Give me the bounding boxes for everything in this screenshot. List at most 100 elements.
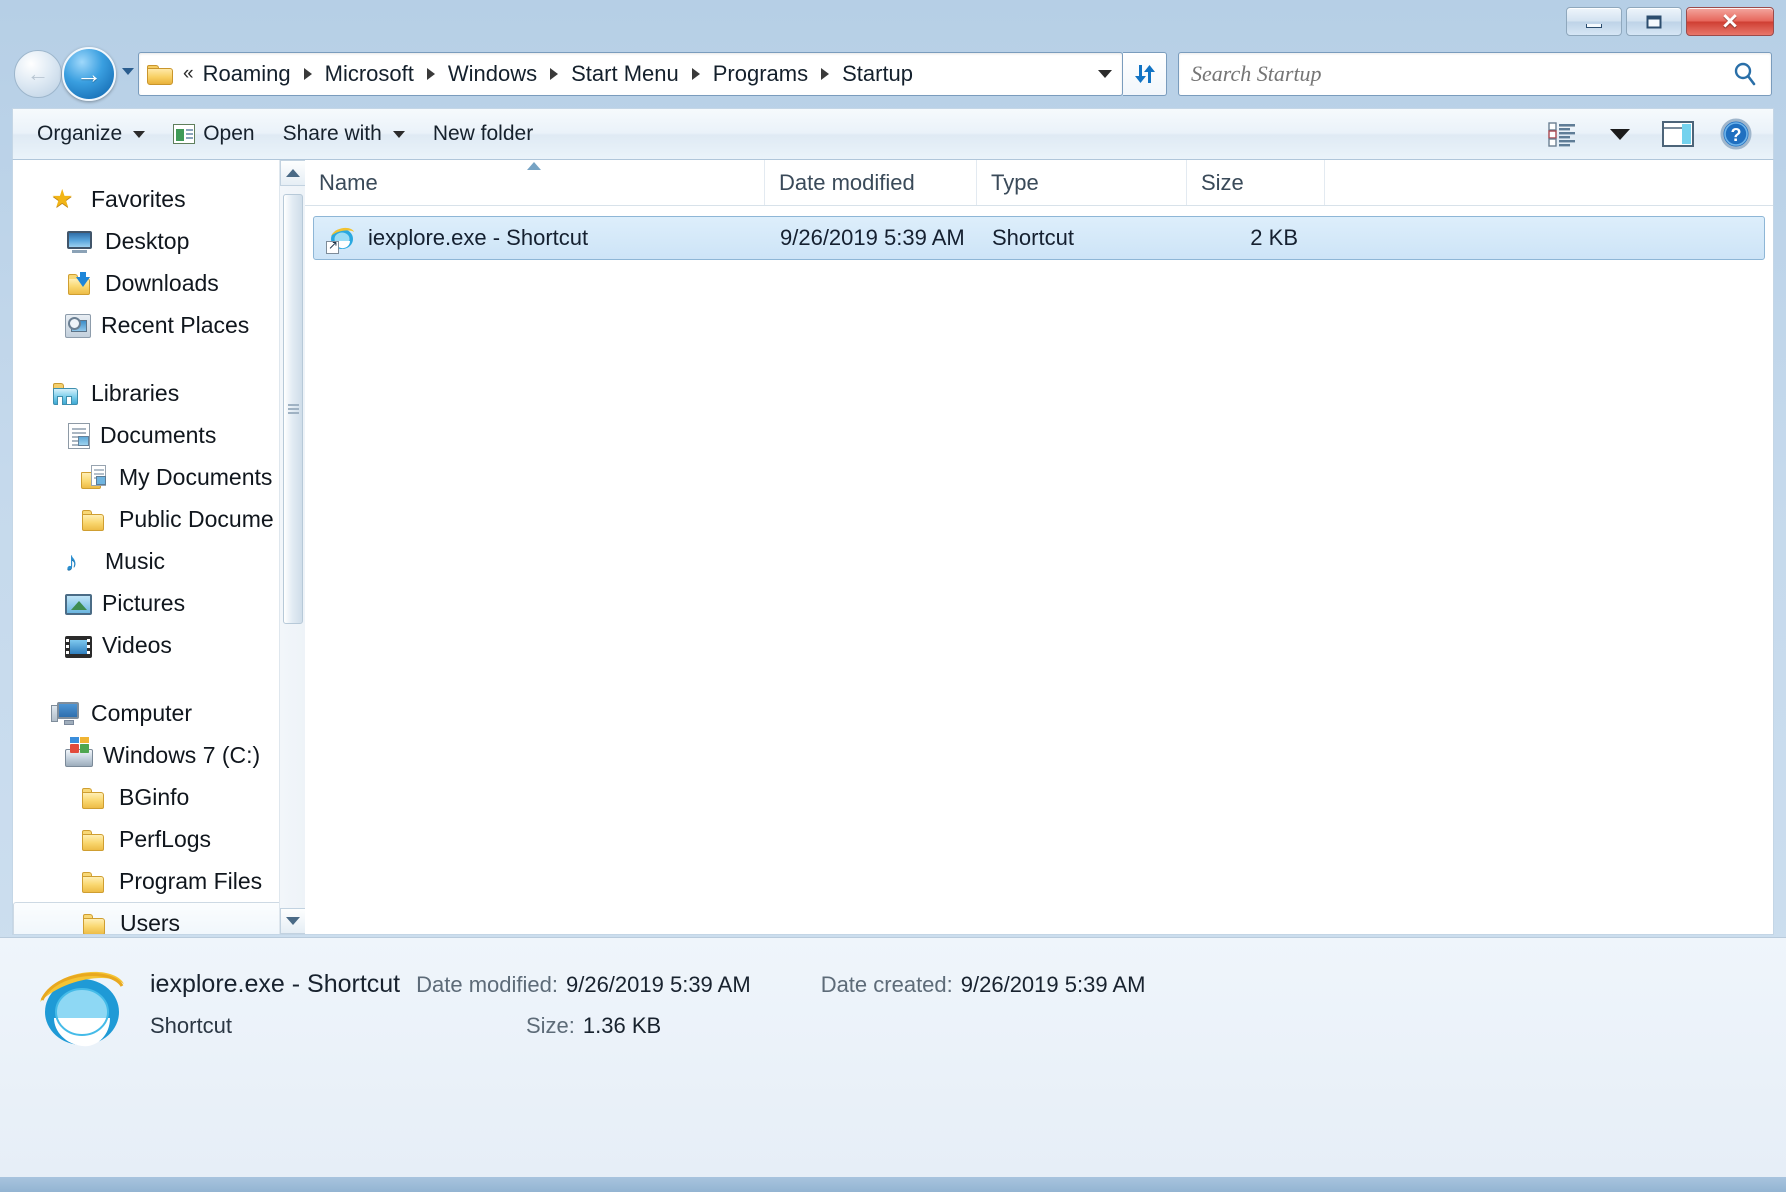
details-date-modified-label: Date modified: — [416, 972, 558, 998]
breadcrumb-separator-icon[interactable] — [550, 68, 558, 80]
shortcut-overlay-icon — [326, 241, 339, 254]
sidebar-item-label: Program Files — [119, 868, 262, 895]
breadcrumb-separator-icon[interactable] — [692, 68, 700, 80]
sidebar-item-users[interactable]: Users — [13, 902, 303, 934]
open-icon — [173, 124, 195, 144]
sidebar-item-windows-7-c[interactable]: Windows 7 (C:) — [13, 734, 305, 776]
downloads-icon — [65, 269, 95, 297]
view-dropdown-button[interactable] — [1593, 113, 1647, 155]
star-icon: ★ — [51, 185, 81, 213]
open-button[interactable]: Open — [159, 114, 268, 154]
details-text-block: iexplore.exe - Shortcut Date modified: 9… — [150, 960, 1786, 1039]
address-bar[interactable]: « Roaming Microsoft Windows Start Menu P… — [138, 52, 1123, 96]
sidebar-item-perflogs[interactable]: PerfLogs — [13, 818, 305, 860]
scroll-up-button[interactable] — [280, 160, 305, 186]
column-header-size-label: Size — [1201, 170, 1244, 196]
navigation-pane: ★Favorites Desktop DownloadsRecent Places L… — [13, 160, 305, 934]
column-header-name[interactable]: Name — [305, 160, 765, 205]
sidebar-item-label: Windows 7 (C:) — [103, 742, 260, 769]
sidebar-item-label: Desktop — [105, 228, 189, 255]
column-header-type[interactable]: Type — [977, 160, 1187, 205]
column-header-size[interactable]: Size — [1187, 160, 1325, 205]
sidebar-item-label: BGinfo — [119, 784, 189, 811]
column-header-date-modified-label: Date modified — [779, 170, 915, 196]
library-icon — [51, 379, 81, 407]
breadcrumb-overflow[interactable]: « — [183, 63, 193, 85]
breadcrumb-separator-icon[interactable] — [304, 68, 312, 80]
maximize-button[interactable] — [1626, 7, 1682, 36]
breadcrumb-item-windows[interactable]: Windows — [442, 58, 543, 90]
column-header-name-label: Name — [319, 170, 378, 196]
sidebar-item-public-docume[interactable]: Public Docume — [13, 498, 305, 540]
preview-pane-button[interactable] — [1651, 113, 1705, 155]
scrollbar-thumb[interactable] — [283, 194, 303, 624]
breadcrumb-item-programs[interactable]: Programs — [707, 58, 814, 90]
table-row[interactable]: iexplore.exe - Shortcut 9/26/2019 5:39 A… — [313, 216, 1765, 260]
sidebar-item-bginfo[interactable]: BGinfo — [13, 776, 305, 818]
share-with-button[interactable]: Share with — [269, 114, 419, 154]
organize-button[interactable]: Organize — [23, 114, 159, 154]
sidebar-item-libraries[interactable]: Libraries — [13, 372, 305, 414]
my-documents-icon — [79, 463, 109, 491]
close-button[interactable]: ✕ — [1686, 7, 1774, 36]
back-button[interactable]: ← — [14, 50, 62, 98]
file-type-cell: Shortcut — [978, 225, 1188, 251]
forward-button[interactable]: → — [62, 47, 116, 101]
sidebar-item-favorites[interactable]: ★Favorites — [13, 178, 305, 220]
refresh-button[interactable] — [1123, 52, 1167, 96]
help-button[interactable]: ? — [1709, 113, 1763, 155]
sidebar-item-music[interactable]: ♪Music — [13, 540, 305, 582]
new-folder-button[interactable]: New folder — [419, 114, 547, 154]
details-size-label: Size: — [526, 1013, 575, 1039]
sidebar-item-videos[interactable]: Videos — [13, 624, 305, 666]
forward-arrow-icon: → — [76, 61, 102, 87]
breadcrumb-item-start-menu[interactable]: Start Menu — [565, 58, 685, 90]
sidebar-item-computer[interactable]: Computer — [13, 692, 305, 734]
details-date-modified-value: 9/26/2019 5:39 AM — [566, 972, 751, 998]
recent-pages-dropdown[interactable] — [122, 68, 134, 75]
breadcrumb-separator-icon[interactable] — [427, 68, 435, 80]
minimize-icon — [1586, 24, 1602, 28]
sidebar-item-documents[interactable]: Documents — [13, 414, 305, 456]
folder-icon — [79, 867, 109, 895]
sidebar-item-label: Music — [105, 548, 165, 575]
search-input[interactable] — [1191, 61, 1731, 87]
sidebar-item-program-files[interactable]: Program Files — [13, 860, 305, 902]
column-header-date-modified[interactable]: Date modified — [765, 160, 977, 205]
sidebar-item-pictures[interactable]: Pictures — [13, 582, 305, 624]
window-controls: ✕ — [1566, 7, 1774, 36]
breadcrumb-separator-icon[interactable] — [821, 68, 829, 80]
file-list-pane: Name Date modified Type Size — [305, 160, 1773, 934]
change-view-button[interactable] — [1535, 113, 1589, 155]
scroll-down-button[interactable] — [280, 908, 305, 934]
close-icon: ✕ — [1721, 11, 1739, 32]
hard-drive-icon — [65, 749, 93, 767]
window-bottom-strip — [0, 1177, 1786, 1192]
computer-icon — [51, 699, 81, 727]
desktop-icon — [65, 227, 95, 255]
sidebar-item-downloads[interactable]: Downloads — [13, 262, 305, 304]
breadcrumb-item-microsoft[interactable]: Microsoft — [319, 58, 420, 90]
nav-group-spacer — [13, 346, 305, 372]
sidebar-item-desktop[interactable]: Desktop — [13, 220, 305, 262]
minimize-button[interactable] — [1566, 7, 1622, 36]
breadcrumb-item-startup[interactable]: Startup — [836, 58, 919, 90]
search-box[interactable] — [1178, 52, 1772, 96]
column-header-row: Name Date modified Type Size — [305, 160, 1773, 206]
chevron-down-icon — [393, 131, 405, 138]
chevron-down-icon[interactable] — [1088, 53, 1122, 95]
navigation-scrollbar[interactable] — [279, 160, 305, 934]
folder-icon — [80, 909, 110, 934]
internet-explorer-icon — [34, 960, 130, 1056]
title-bar: ✕ — [0, 0, 1786, 44]
breadcrumb-item-roaming[interactable]: Roaming — [197, 58, 297, 90]
sidebar-item-label: PerfLogs — [119, 826, 211, 853]
details-date-created-value: 9/26/2019 5:39 AM — [961, 972, 1146, 998]
organize-label: Organize — [37, 122, 122, 146]
command-toolbar: Organize Open Share with New folder — [12, 108, 1774, 160]
sidebar-item-my-documents[interactable]: My Documents — [13, 456, 305, 498]
sidebar-item-label: Users — [120, 910, 180, 935]
sidebar-item-recent-places[interactable]: Recent Places — [13, 304, 305, 346]
preview-pane-icon — [1661, 119, 1695, 149]
chevron-up-icon — [286, 169, 300, 177]
